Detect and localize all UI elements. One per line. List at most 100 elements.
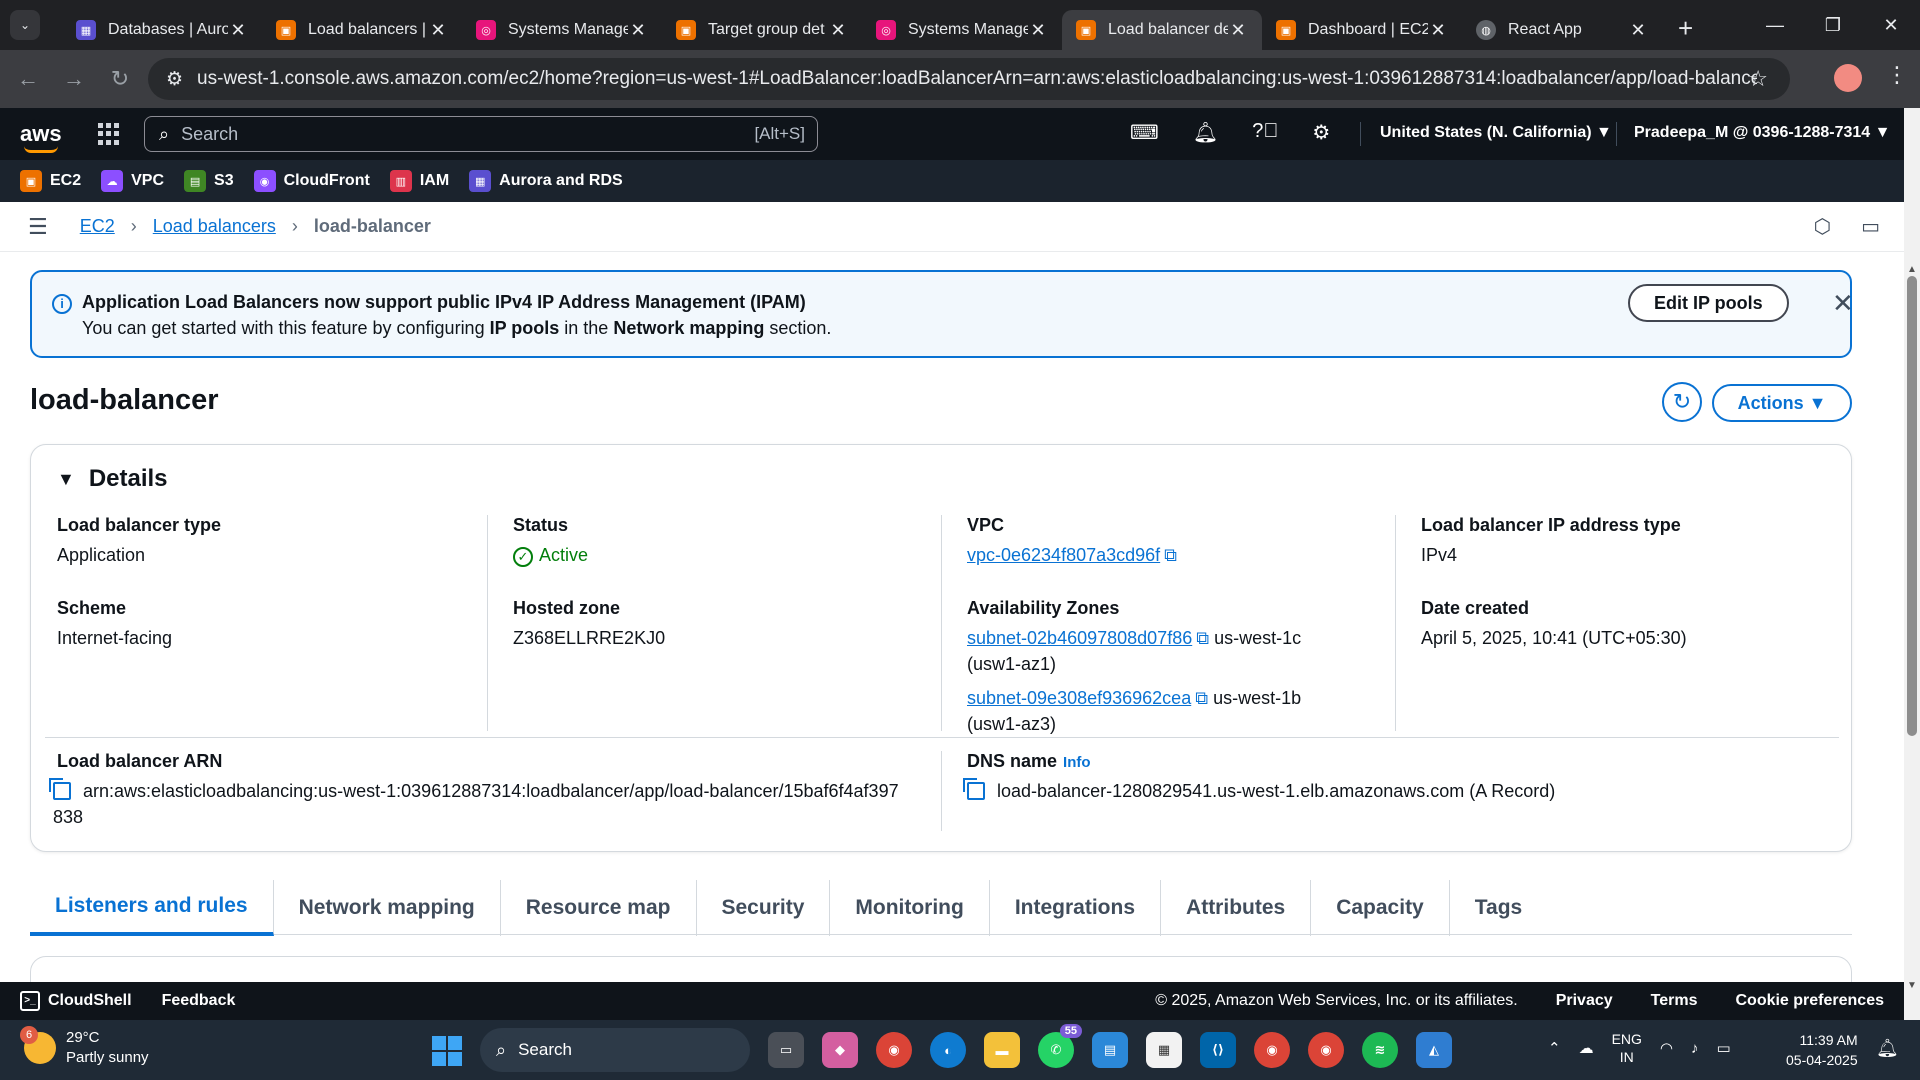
site-info-icon[interactable]: ⚙ (166, 68, 183, 91)
browser-tab[interactable]: ◍ React App ✕ (1462, 10, 1662, 50)
edit-ip-pools-button[interactable]: Edit IP pools (1628, 284, 1789, 322)
browser-tab[interactable]: ◎ Systems Manage ✕ (462, 10, 662, 50)
close-icon[interactable]: ✕ (1228, 20, 1248, 41)
vscode-icon[interactable]: ⟨⟩ (1200, 1032, 1236, 1068)
region-selector[interactable]: United States (N. California) ▼ (1380, 124, 1612, 142)
tab-integrations[interactable]: Integrations (990, 880, 1162, 936)
tab-listeners-and-rules[interactable]: Listeners and rules (30, 880, 274, 936)
details-header[interactable]: ▼ Details (57, 465, 168, 493)
minimize-icon[interactable]: — (1746, 0, 1804, 50)
weather-widget[interactable]: 6 29°C Partly sunny (20, 1026, 149, 1068)
browser-tab[interactable]: ▦ Databases | Auro ✕ (62, 10, 262, 50)
privacy-link[interactable]: Privacy (1556, 992, 1613, 1010)
whatsapp-icon[interactable]: ✆ 55 (1038, 1024, 1082, 1068)
close-icon[interactable]: ✕ (628, 20, 648, 41)
browser-tab[interactable]: ◎ Systems Manage ✕ (862, 10, 1062, 50)
windows-start-icon[interactable] (432, 1036, 462, 1066)
tab-attributes[interactable]: Attributes (1161, 880, 1312, 936)
address-bar[interactable]: ⚙ us-west-1.console.aws.amazon.com/ec2/h… (148, 58, 1790, 100)
tab-search-button[interactable]: ⌄ (10, 10, 40, 40)
dns-info-link[interactable]: Info (1063, 754, 1091, 771)
scroll-up-icon[interactable]: ▲ (1907, 264, 1917, 275)
cloudshell-button[interactable]: >_ CloudShell (20, 991, 132, 1011)
profile-avatar[interactable] (1834, 64, 1862, 92)
bookmark-star-icon[interactable]: ☆ (1748, 66, 1768, 92)
menu-hamburger-icon[interactable]: ☰ (28, 214, 48, 240)
favorite-vpc[interactable]: ☁ VPC (101, 170, 164, 192)
account-menu[interactable]: Pradeepa_M @ 0396-1288-7314 ▼ (1634, 124, 1890, 142)
copy-icon[interactable] (963, 778, 985, 800)
battery-icon[interactable]: ▭ (1717, 1039, 1731, 1057)
browser-tab-active[interactable]: ▣ Load balancer de ✕ (1062, 10, 1262, 50)
chevron-up-icon[interactable]: ⌃ (1548, 1039, 1561, 1057)
favorite-aurora-rds[interactable]: ▦ Aurora and RDS (469, 170, 623, 192)
forward-icon[interactable]: → (56, 66, 92, 92)
notifications-panel-icon[interactable]: ⬡ (1814, 214, 1831, 239)
aws-search-input[interactable]: ⌕ Search [Alt+S] (144, 116, 818, 152)
scrollbar-thumb[interactable] (1907, 276, 1917, 736)
onedrive-icon[interactable]: ☁ (1579, 1039, 1594, 1057)
photos-icon[interactable]: ◭ (1416, 1032, 1452, 1068)
chrome-profile-icon[interactable]: ◉ (1308, 1032, 1344, 1068)
reload-icon[interactable]: ↻ (102, 66, 138, 92)
close-window-icon[interactable]: ✕ (1862, 0, 1920, 50)
back-icon[interactable]: ← (10, 66, 46, 92)
tab-monitoring[interactable]: Monitoring (830, 880, 990, 936)
page-scrollbar[interactable]: ▲ ▼ (1904, 108, 1920, 1020)
terms-link[interactable]: Terms (1651, 992, 1698, 1010)
spotify-icon[interactable]: ≋ (1362, 1032, 1398, 1068)
copy-icon[interactable] (49, 778, 71, 800)
task-view-icon[interactable]: ▭ (768, 1032, 804, 1068)
tab-security[interactable]: Security (697, 880, 831, 936)
settings-gear-icon[interactable]: ⚙ (1312, 120, 1330, 145)
notification-center-icon[interactable]: 🔔︎ (1876, 1038, 1899, 1059)
favorite-ec2[interactable]: ▣ EC2 (20, 170, 81, 192)
file-explorer-icon[interactable]: ▬ (984, 1032, 1020, 1068)
store-icon[interactable]: ▦ (1146, 1032, 1182, 1068)
maximize-icon[interactable]: ❐ (1804, 0, 1862, 50)
favorite-iam[interactable]: ▥ IAM (389, 170, 449, 192)
external-link-icon[interactable]: ⧉ (1196, 625, 1209, 651)
tab-capacity[interactable]: Capacity (1311, 880, 1450, 936)
browser-tab[interactable]: ▣ Dashboard | EC2 ✕ (1262, 10, 1462, 50)
close-icon[interactable]: ✕ (1428, 20, 1448, 41)
tab-network-mapping[interactable]: Network mapping (274, 880, 501, 936)
close-icon[interactable]: ✕ (428, 20, 448, 41)
breadcrumb-ec2[interactable]: EC2 (80, 216, 115, 237)
cloudshell-icon[interactable]: ⌨ (1130, 120, 1159, 145)
close-icon[interactable]: ✕ (228, 20, 248, 41)
favorite-s3[interactable]: ▤ S3 (184, 170, 234, 192)
subnet-link[interactable]: subnet-09e308ef936962cea (967, 688, 1191, 708)
chrome-icon[interactable]: ◉ (876, 1032, 912, 1068)
cookie-preferences-link[interactable]: Cookie preferences (1735, 992, 1884, 1010)
services-grid-icon[interactable] (98, 123, 120, 145)
browser-tab[interactable]: ▣ Target group det ✕ (662, 10, 862, 50)
display-settings-icon[interactable]: ▭ (1861, 214, 1880, 239)
browser-tab[interactable]: ▣ Load balancers | ✕ (262, 10, 462, 50)
close-icon[interactable]: ✕ (828, 20, 848, 41)
dismiss-banner-icon[interactable]: ✕ (1832, 288, 1854, 319)
favorite-cloudfront[interactable]: ◉ CloudFront (253, 170, 370, 192)
edge-icon[interactable]: ◐ (930, 1032, 966, 1068)
scroll-down-icon[interactable]: ▼ (1907, 980, 1917, 991)
actions-dropdown-button[interactable]: Actions ▼ (1712, 384, 1852, 422)
feedback-link[interactable]: Feedback (162, 992, 236, 1010)
external-link-icon[interactable]: ⧉ (1164, 542, 1177, 568)
vpc-link[interactable]: vpc-0e6234f807a3cd96f (967, 545, 1160, 565)
new-tab-button[interactable]: + (1678, 13, 1693, 44)
wifi-icon[interactable]: ◠ (1660, 1039, 1673, 1057)
tab-tags[interactable]: Tags (1450, 880, 1547, 936)
tab-resource-map[interactable]: Resource map (501, 880, 697, 936)
system-clock[interactable]: 11:39 AM 05-04-2025 (1786, 1030, 1858, 1070)
browser-menu-icon[interactable]: ⋮ (1886, 62, 1908, 88)
subnet-link[interactable]: subnet-02b46097808d07f86 (967, 628, 1192, 648)
close-icon[interactable]: ✕ (1628, 20, 1648, 41)
help-icon[interactable]: ?⃝ (1252, 120, 1278, 145)
notepad-icon[interactable]: ▤ (1092, 1032, 1128, 1068)
language-indicator[interactable]: ENG IN (1612, 1030, 1642, 1066)
breadcrumb-load-balancers[interactable]: Load balancers (153, 216, 276, 237)
copilot-icon[interactable]: ◆ (822, 1032, 858, 1068)
chrome-icon[interactable]: ◉ (1254, 1032, 1290, 1068)
refresh-button[interactable]: ↻ (1662, 382, 1702, 422)
taskbar-search[interactable]: ⌕ Search (480, 1028, 750, 1072)
